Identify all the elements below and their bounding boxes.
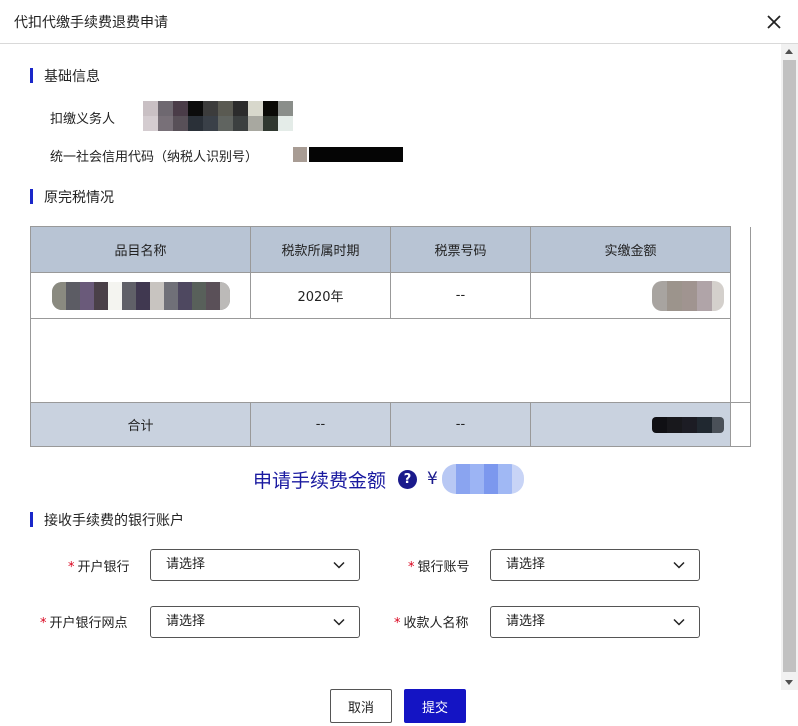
required-mark: * bbox=[40, 616, 47, 631]
section-tax-paid: 原完税情况 bbox=[30, 187, 114, 207]
table-header-row: 品目名称 税款所属时期 税票号码 实缴金额 bbox=[30, 226, 751, 273]
column-header: 税票号码 bbox=[390, 226, 531, 273]
ticket-no-cell: -- bbox=[390, 272, 531, 319]
total-spacer-cell bbox=[730, 402, 751, 447]
cancel-button[interactable]: 取消 bbox=[330, 689, 392, 723]
payee-select-value: 请选择 bbox=[506, 614, 546, 629]
close-icon[interactable] bbox=[764, 12, 784, 32]
currency-symbol: ¥ bbox=[427, 469, 438, 489]
vertical-scrollbar[interactable] bbox=[781, 44, 798, 690]
fee-amount-redacted bbox=[441, 464, 524, 494]
account-select[interactable]: 请选择 bbox=[490, 549, 700, 581]
required-mark: * bbox=[68, 560, 75, 575]
table-empty-row bbox=[30, 318, 751, 403]
payee-label-text: 收款人名称 bbox=[403, 616, 469, 631]
empty-cell bbox=[30, 318, 731, 403]
paid-amount-cell bbox=[530, 272, 731, 319]
branch-label-text: 开户银行网点 bbox=[49, 616, 128, 631]
table-spacer bbox=[730, 226, 751, 273]
chevron-down-icon bbox=[673, 618, 685, 626]
total-label-cell: 合计 bbox=[30, 402, 251, 447]
bank-select[interactable]: 请选择 bbox=[150, 549, 360, 581]
chevron-down-icon bbox=[333, 561, 345, 569]
account-label-text: 银行账号 bbox=[417, 560, 470, 575]
fee-amount-label: 申请手续费金额 bbox=[253, 469, 387, 492]
withholder-label: 扣缴义务人 bbox=[50, 112, 116, 127]
table-spacer bbox=[730, 318, 751, 403]
required-mark: * bbox=[394, 616, 401, 631]
section-basic-info: 基础信息 bbox=[30, 66, 100, 86]
branch-label: * 开户银行网点 bbox=[40, 612, 128, 631]
table-spacer bbox=[730, 272, 751, 319]
credit-code-redacted bbox=[293, 147, 403, 162]
paid-amount-redacted bbox=[652, 280, 724, 311]
chevron-down-icon bbox=[673, 561, 685, 569]
tax-table: 品目名称 税款所属时期 税票号码 实缴金额 2020年 -- 合计 -- -- bbox=[30, 226, 751, 447]
table-row: 2020年 -- bbox=[30, 272, 751, 319]
help-icon[interactable]: ? bbox=[398, 469, 418, 489]
item-name-cell bbox=[30, 272, 251, 319]
bank-label-text: 开户银行 bbox=[77, 560, 130, 575]
withholder-redacted bbox=[143, 101, 293, 131]
branch-select-value: 请选择 bbox=[166, 614, 206, 629]
column-header: 实缴金额 bbox=[530, 226, 731, 273]
bank-select-value: 请选择 bbox=[166, 557, 206, 572]
dialog-titlebar: 代扣代缴手续费退费申请 bbox=[0, 0, 798, 44]
item-name-redacted bbox=[51, 281, 230, 310]
table-total-row: 合计 -- -- bbox=[30, 402, 751, 447]
dialog-title: 代扣代缴手续费退费申请 bbox=[14, 15, 168, 31]
period-cell: 2020年 bbox=[250, 272, 391, 319]
account-select-value: 请选择 bbox=[506, 557, 546, 572]
total-amount-redacted bbox=[652, 416, 724, 433]
total-amount-cell bbox=[530, 402, 731, 447]
payee-select[interactable]: 请选择 bbox=[490, 606, 700, 638]
chevron-down-icon bbox=[333, 618, 345, 626]
account-label: * 银行账号 bbox=[408, 556, 470, 575]
scrollbar-thumb[interactable] bbox=[783, 60, 796, 672]
scroll-up-icon[interactable] bbox=[785, 49, 793, 54]
fee-amount-row: 申请手续费金额 ? ¥ bbox=[253, 464, 524, 494]
column-header: 税款所属时期 bbox=[250, 226, 391, 273]
total-ticket-cell: -- bbox=[390, 402, 531, 447]
section-bank-account: 接收手续费的银行账户 bbox=[30, 510, 184, 530]
submit-button[interactable]: 提交 bbox=[404, 689, 466, 723]
required-mark: * bbox=[408, 560, 415, 575]
scroll-down-icon[interactable] bbox=[785, 680, 793, 685]
total-period-cell: -- bbox=[250, 402, 391, 447]
credit-code-label: 统一社会信用代码（纳税人识别号） bbox=[50, 150, 259, 165]
bank-label: * 开户银行 bbox=[68, 556, 130, 575]
payee-label: * 收款人名称 bbox=[394, 612, 469, 631]
branch-select[interactable]: 请选择 bbox=[150, 606, 360, 638]
column-header: 品目名称 bbox=[30, 226, 251, 273]
